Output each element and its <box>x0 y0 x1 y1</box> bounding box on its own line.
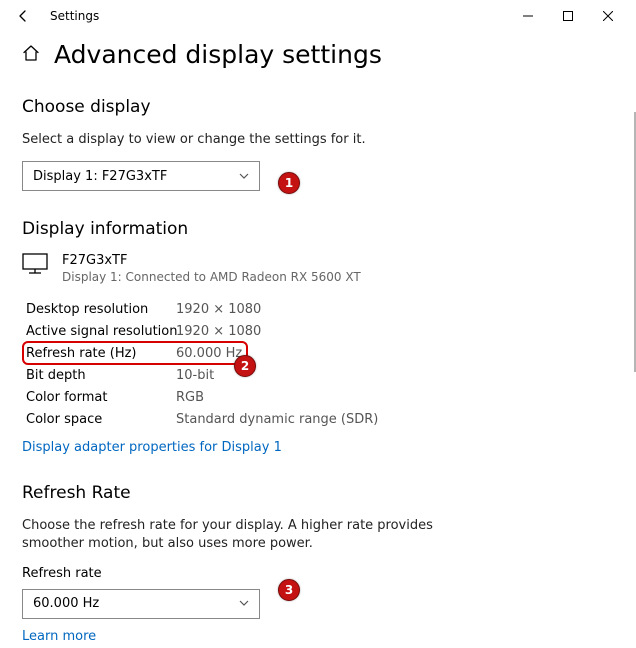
table-row: Desktop resolution 1920 × 1080 <box>26 298 614 320</box>
close-button[interactable] <box>588 2 628 30</box>
scrollbar[interactable] <box>632 112 636 648</box>
learn-more-link[interactable]: Learn more <box>22 629 96 644</box>
monitor-icon <box>22 253 48 275</box>
display-information-section: Display information F27G3xTF Display 1: … <box>22 219 614 455</box>
table-row: Color format RGB <box>26 386 614 408</box>
choose-display-section: Choose display Select a display to view … <box>22 97 614 191</box>
table-row: Active signal resolution 1920 × 1080 <box>26 320 614 342</box>
info-value: RGB <box>176 390 204 405</box>
monitor-name: F27G3xTF <box>62 253 361 268</box>
info-value: 10-bit <box>176 368 214 383</box>
info-label: Color space <box>26 412 176 427</box>
table-row-refresh-rate: Refresh rate (Hz) 60.000 Hz <box>26 342 614 364</box>
info-value: Standard dynamic range (SDR) <box>176 412 378 427</box>
titlebar: Settings <box>0 0 636 32</box>
back-button[interactable] <box>12 5 34 27</box>
window-title: Settings <box>50 9 99 23</box>
minimize-button[interactable] <box>508 2 548 30</box>
content-area: Advanced display settings Choose display… <box>0 32 636 648</box>
page-header: Advanced display settings <box>22 40 614 69</box>
display-selector-value: Display 1: F27G3xTF <box>33 169 167 184</box>
info-label: Active signal resolution <box>26 324 176 339</box>
table-row: Bit depth 10-bit <box>26 364 614 386</box>
table-row: Color space Standard dynamic range (SDR) <box>26 408 614 430</box>
info-value: 60.000 Hz <box>176 346 242 361</box>
refresh-rate-value: 60.000 Hz <box>33 596 99 611</box>
refresh-rate-section: Refresh Rate Choose the refresh rate for… <box>22 483 614 643</box>
display-info-heading: Display information <box>22 219 614 239</box>
monitor-connection: Display 1: Connected to AMD Radeon RX 56… <box>62 270 361 284</box>
choose-display-help: Select a display to view or change the s… <box>22 131 442 149</box>
adapter-properties-link[interactable]: Display adapter properties for Display 1 <box>22 440 282 455</box>
info-value: 1920 × 1080 <box>176 302 261 317</box>
choose-display-heading: Choose display <box>22 97 614 117</box>
refresh-rate-help: Choose the refresh rate for your display… <box>22 517 442 553</box>
refresh-rate-selector[interactable]: 60.000 Hz <box>22 589 260 619</box>
display-selector[interactable]: Display 1: F27G3xTF <box>22 161 260 191</box>
info-value: 1920 × 1080 <box>176 324 261 339</box>
info-label: Refresh rate (Hz) <box>26 346 176 361</box>
info-table: Desktop resolution 1920 × 1080 Active si… <box>26 298 614 430</box>
page-title: Advanced display settings <box>54 40 382 69</box>
info-label: Desktop resolution <box>26 302 176 317</box>
info-label: Color format <box>26 390 176 405</box>
home-icon[interactable] <box>22 44 40 66</box>
refresh-rate-label: Refresh rate <box>22 566 614 581</box>
refresh-rate-heading: Refresh Rate <box>22 483 614 503</box>
info-label: Bit depth <box>26 368 176 383</box>
chevron-down-icon <box>239 171 249 182</box>
monitor-summary: F27G3xTF Display 1: Connected to AMD Rad… <box>22 253 614 284</box>
maximize-button[interactable] <box>548 2 588 30</box>
chevron-down-icon <box>239 598 249 609</box>
